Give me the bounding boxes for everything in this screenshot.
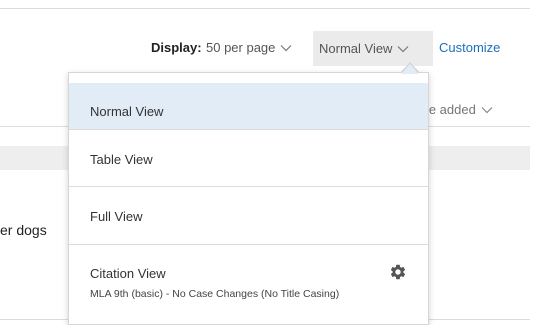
customize-link[interactable]: Customize bbox=[439, 40, 500, 55]
view-select[interactable]: Normal View bbox=[313, 31, 433, 66]
chevron-down-icon bbox=[280, 44, 292, 52]
sort-select[interactable]: ate added bbox=[418, 102, 493, 117]
view-option-citation[interactable]: Citation View MLA 9th (basic) - No Case … bbox=[69, 245, 428, 324]
view-option-label: Citation View bbox=[90, 266, 166, 281]
view-option-full[interactable]: Full View bbox=[69, 187, 428, 245]
view-option-label: Normal View bbox=[90, 104, 164, 119]
view-option-label: Full View bbox=[90, 209, 143, 224]
view-option-label: Table View bbox=[90, 152, 153, 167]
result-title-fragment[interactable]: er dogs bbox=[0, 222, 47, 238]
per-page-label: 50 per page bbox=[206, 40, 276, 55]
dropdown-caret-fill bbox=[401, 64, 419, 74]
view-option-normal[interactable]: Normal View bbox=[69, 83, 428, 130]
top-divider bbox=[0, 8, 530, 9]
view-dropdown-menu: Normal View Table View Full View Citatio… bbox=[68, 72, 429, 325]
citation-style-label: MLA 9th (basic) - No Case Changes (No Ti… bbox=[90, 288, 340, 300]
view-select-label: Normal View bbox=[319, 41, 393, 56]
per-page-select[interactable]: 50 per page bbox=[206, 40, 292, 55]
view-option-table[interactable]: Table View bbox=[69, 130, 428, 187]
gear-icon[interactable] bbox=[389, 263, 407, 281]
chevron-down-icon bbox=[481, 106, 493, 114]
display-label: Display: bbox=[151, 40, 202, 55]
chevron-down-icon bbox=[397, 45, 409, 53]
